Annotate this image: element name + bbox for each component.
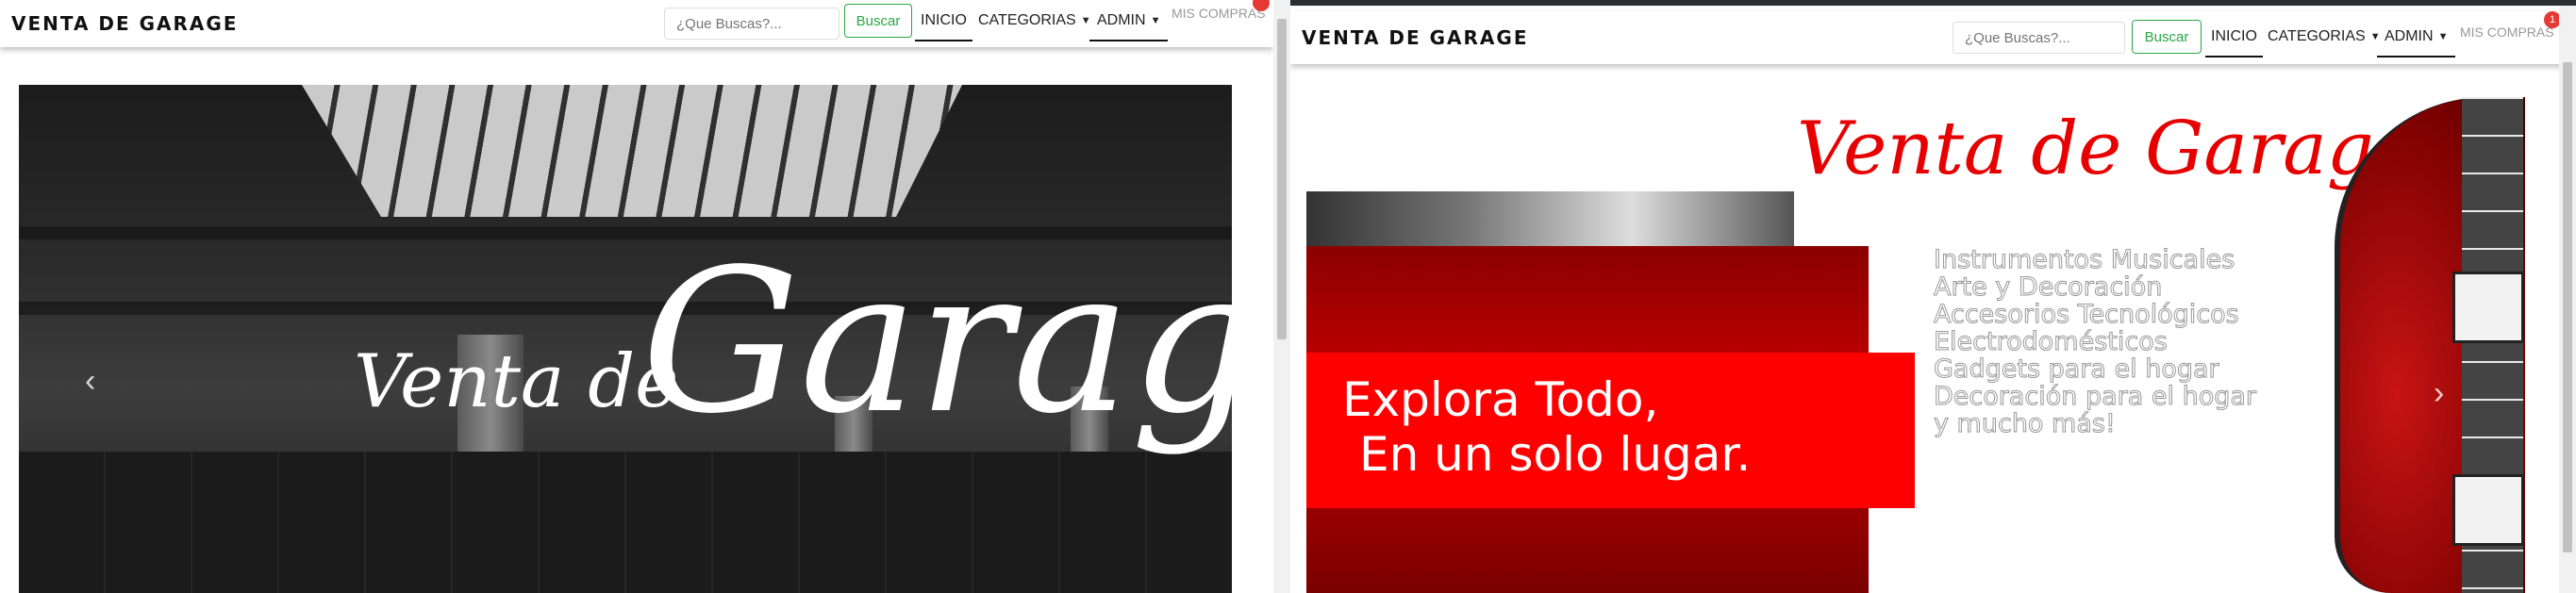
nav-admin[interactable]: ADMIN ▼ — [1089, 2, 1169, 41]
list-item: Decoración para el hogar — [1934, 382, 2257, 411]
scrollbar-thumb[interactable] — [2563, 62, 2572, 552]
slide-title: Venta de Garage — [1797, 107, 2418, 191]
list-item: Instrumentos Musicales — [1934, 245, 2235, 274]
slide-script-small: Venta de — [354, 339, 679, 424]
carousel-slide: Explora Todo, En un solo lugar. Venta de… — [1306, 97, 2525, 593]
nav-inicio[interactable]: INICIO — [915, 2, 972, 41]
mis-compras-link[interactable]: MIS COMPRAS — [2460, 25, 2554, 40]
carousel-prev-icon[interactable]: ‹ — [85, 363, 95, 400]
search-button[interactable]: Buscar — [2132, 20, 2202, 54]
search-input[interactable] — [1953, 22, 2125, 54]
nav-admin[interactable]: ADMIN ▼ — [2377, 18, 2456, 58]
nav-categorias[interactable]: CATEGORIAS ▼ — [978, 2, 1091, 40]
brand-logo[interactable]: VENTA DE GARAGE — [11, 12, 239, 35]
list-item: Electrodomésticos — [1934, 327, 2169, 356]
nav-admin-label: ADMIN — [2385, 28, 2434, 44]
scrollbar[interactable] — [2559, 6, 2576, 593]
banner-line1: Explora Todo, — [1342, 372, 1659, 427]
nav-admin-label: ADMIN — [1097, 12, 1146, 28]
carousel-slide: Venta de Garage ‹ — [19, 85, 1232, 593]
navbar: VENTA DE GARAGE Buscar INICIO CATEGORIAS… — [1290, 11, 2567, 64]
carousel-next-icon[interactable]: › — [2434, 375, 2444, 412]
navbar: VENTA DE GARAGE Buscar INICIO CATEGORIAS… — [0, 0, 1273, 47]
nav-categorias[interactable]: CATEGORIAS ▼ — [2268, 18, 2381, 56]
scrollbar[interactable] — [1273, 0, 1290, 593]
right-browser-pane: VENTA DE GARAGE Buscar INICIO CATEGORIAS… — [1290, 6, 2576, 593]
guitar-pickup-image — [2452, 474, 2524, 546]
list-item: Arte y Decoración — [1934, 272, 2163, 302]
search-input[interactable] — [664, 8, 839, 40]
skylight-image — [302, 85, 962, 217]
nav-categorias-label: CATEGORIAS — [2268, 28, 2366, 44]
guitar-pickup-image — [2452, 272, 2524, 343]
slide-script-large: Garage — [641, 226, 1232, 457]
chevron-down-icon: ▼ — [1150, 15, 1161, 26]
search-button[interactable]: Buscar — [844, 4, 912, 38]
list-item: y mucho más! — [1934, 409, 2117, 438]
nav-inicio[interactable]: INICIO — [2205, 18, 2263, 58]
cart-badge — [1253, 0, 1270, 11]
floor-image — [19, 452, 1232, 593]
scrollbar-thumb[interactable] — [1277, 19, 1287, 339]
mis-compras-link[interactable]: MIS COMPRAS — [1172, 6, 1266, 21]
chevron-down-icon: ▼ — [2437, 31, 2449, 42]
list-item: Gadgets para el hogar — [1934, 354, 2220, 384]
brand-logo[interactable]: VENTA DE GARAGE — [1302, 26, 1529, 49]
banner-line2: En un solo lugar. — [1359, 427, 1752, 482]
left-browser-pane: VENTA DE GARAGE Buscar INICIO CATEGORIAS… — [0, 0, 1290, 593]
list-item: Accesorios Tecnológicos — [1934, 300, 2240, 329]
guitar-photo-image — [1306, 191, 1794, 246]
nav-categorias-label: CATEGORIAS — [978, 12, 1076, 28]
feature-list: Instrumentos Musicales Arte y Decoración… — [1934, 245, 2257, 438]
